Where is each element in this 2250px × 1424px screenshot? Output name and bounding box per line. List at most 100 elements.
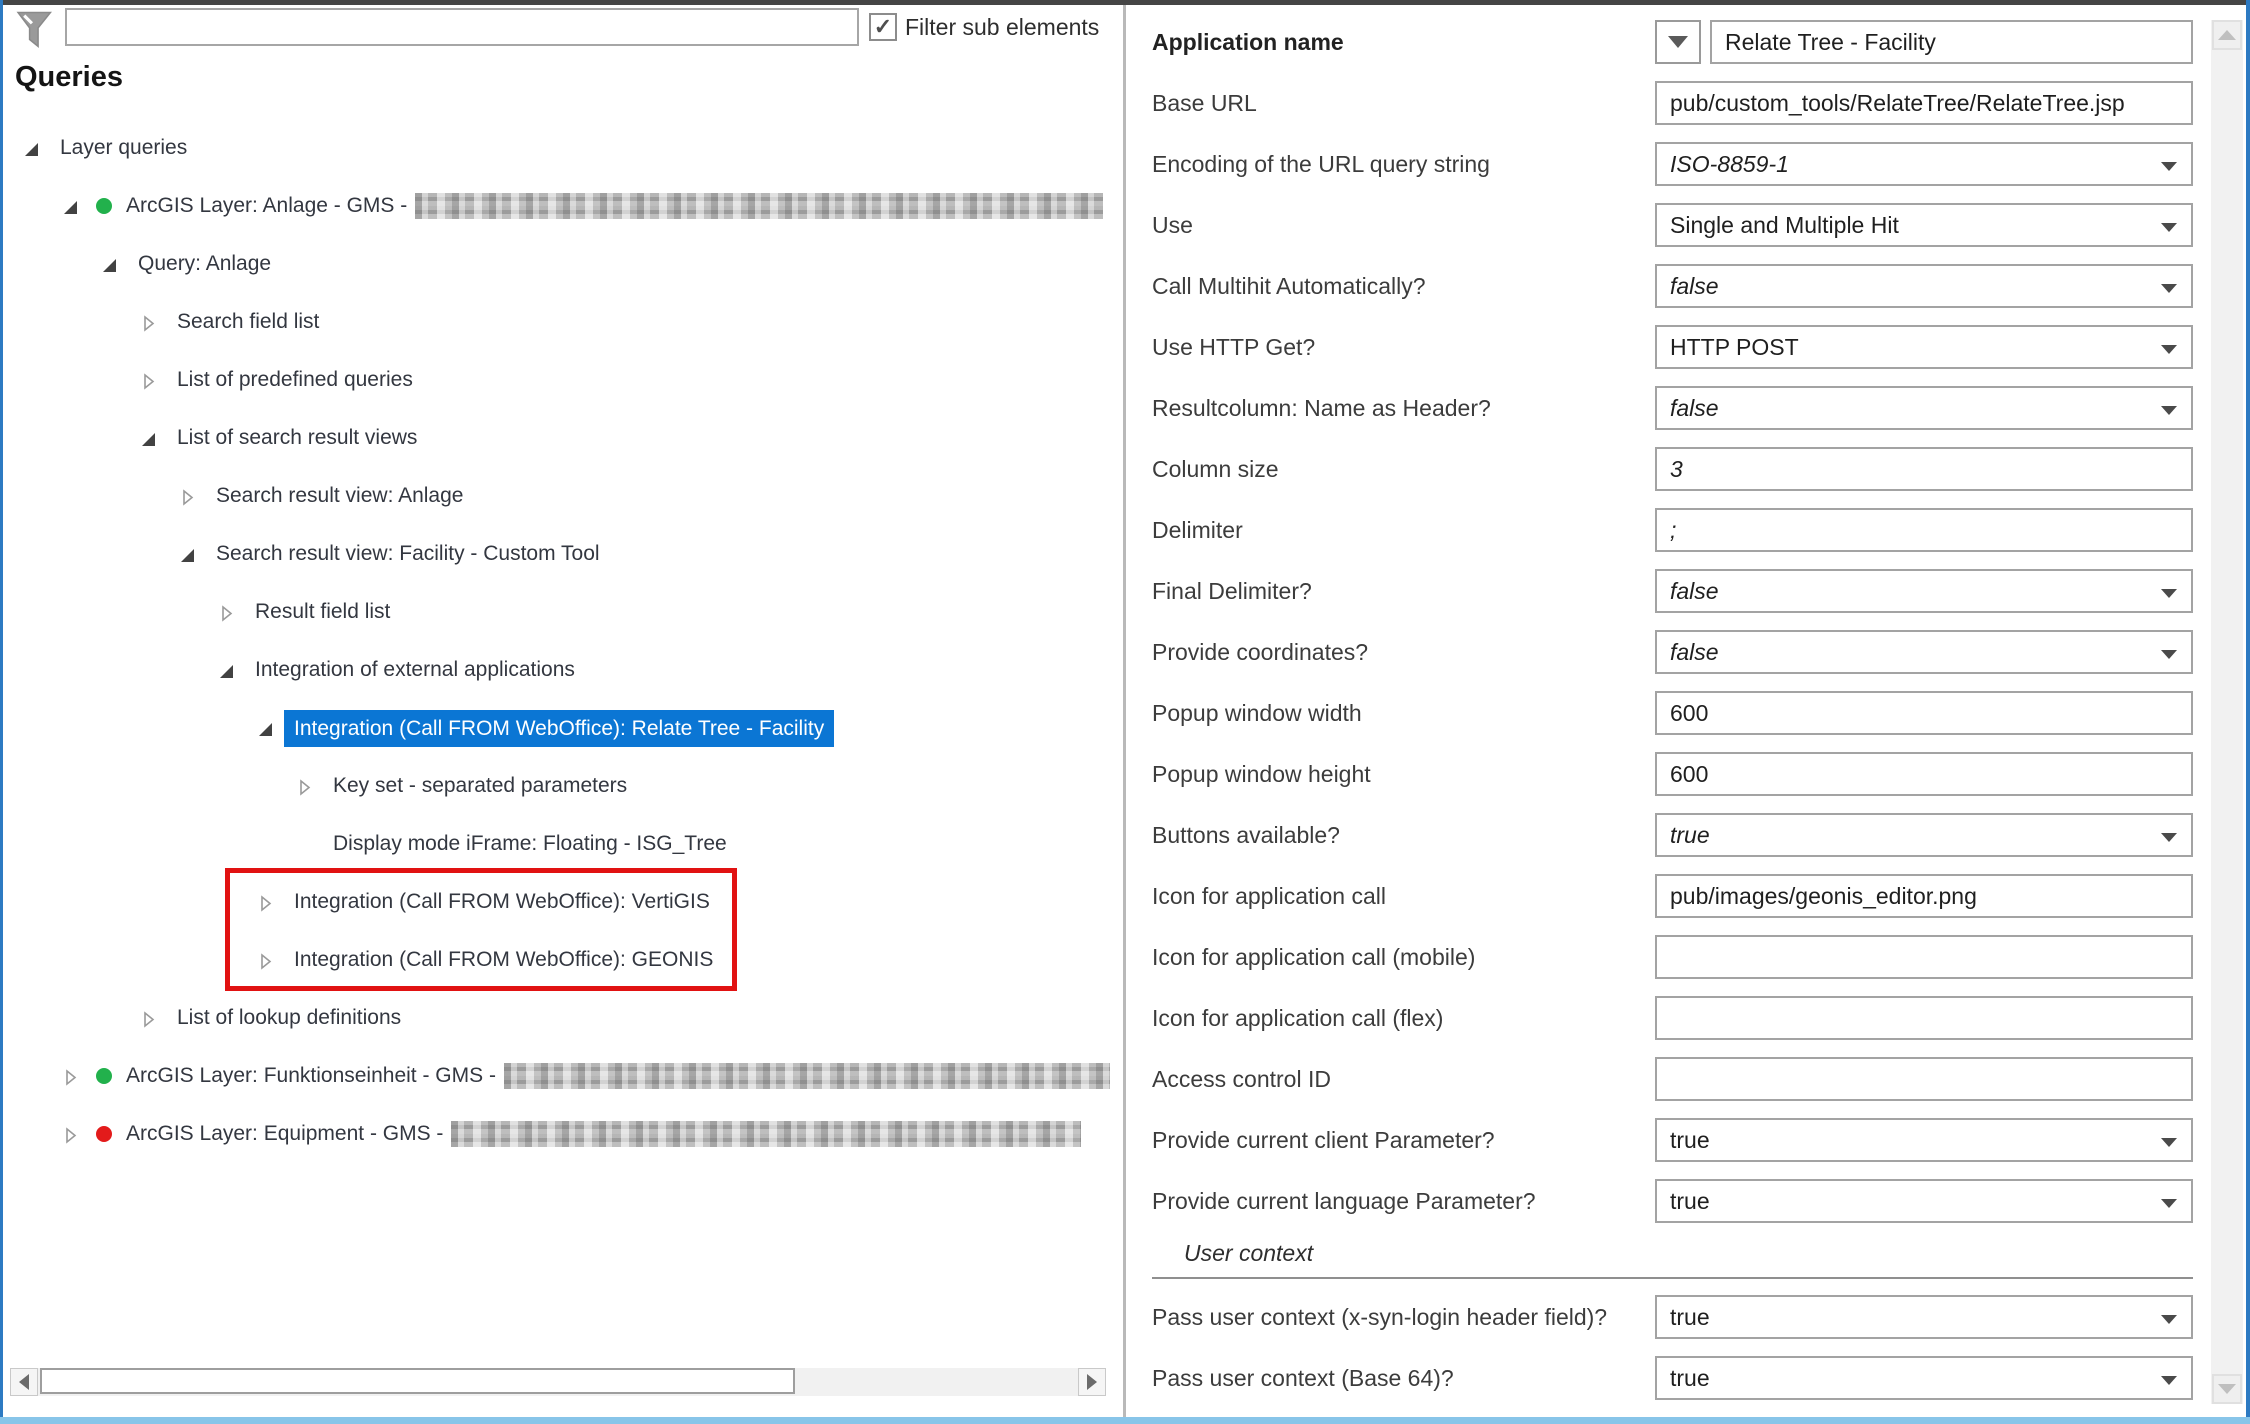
collapse-icon[interactable] [257, 894, 274, 911]
field-input[interactable]: pub/images/geonis_editor.png [1655, 874, 2193, 918]
field-value: pub/custom_tools/RelateTree/RelateTree.j… [1657, 83, 2191, 123]
field-value: true [1657, 1120, 2191, 1160]
dropdown-arrow-icon [1668, 36, 1688, 48]
field-label: Base URL [1152, 81, 1257, 125]
field-value: Relate Tree - Facility [1712, 22, 2191, 62]
field-select[interactable]: ISO-8859-1 [1655, 142, 2193, 186]
field-select[interactable]: true [1655, 1295, 2193, 1339]
scroll-down-button[interactable] [2212, 1374, 2242, 1404]
expand-icon[interactable] [23, 140, 40, 157]
tree-item[interactable]: Integration of external applications [3, 641, 1123, 699]
tree-item[interactable]: Integration (Call FROM WebOffice): Relat… [3, 699, 1123, 757]
field-input[interactable]: 600 [1655, 752, 2193, 796]
expand-icon[interactable] [101, 256, 118, 273]
tree-item[interactable]: Integration (Call FROM WebOffice): GEONI… [3, 931, 1123, 989]
collapse-icon[interactable] [140, 372, 157, 389]
tree-item[interactable]: Layer queries [3, 119, 1123, 177]
tree-item[interactable]: ArcGIS Layer: Funktionseinheit - GMS - [3, 1047, 1123, 1105]
horizontal-scroll-track[interactable] [38, 1368, 1078, 1396]
horizontal-scroll-thumb[interactable] [40, 1368, 795, 1394]
properties-form: Application nameRelate Tree - Facility Ba… [1126, 5, 2211, 1417]
expand-icon[interactable] [62, 198, 79, 215]
field-label: Access control ID [1152, 1057, 1331, 1101]
tree-item[interactable]: ArcGIS Layer: Equipment - GMS - [3, 1105, 1123, 1163]
section-header: User context [1152, 1240, 2193, 1279]
scroll-right-button[interactable] [1078, 1368, 1106, 1396]
field-row: Use HTTP Get?HTTP POST [1126, 325, 2211, 369]
field-select[interactable]: false [1655, 264, 2193, 308]
field-select[interactable]: false [1655, 630, 2193, 674]
field-value: false [1657, 571, 2191, 611]
filter-input[interactable] [65, 8, 859, 46]
field-input[interactable]: Relate Tree - Facility [1710, 20, 2193, 64]
tree-item[interactable]: Integration (Call FROM WebOffice): Verti… [3, 873, 1123, 931]
tree-item[interactable]: Search field list [3, 293, 1123, 351]
redacted-url [415, 193, 1103, 219]
scroll-up-button[interactable] [2212, 20, 2242, 50]
field-select[interactable]: false [1655, 386, 2193, 430]
filter-checkbox-label[interactable]: Filter sub elements [905, 13, 1099, 41]
tree-item[interactable]: List of predefined queries [3, 351, 1123, 409]
field-input[interactable] [1655, 1057, 2193, 1101]
tree-item[interactable]: List of search result views [3, 409, 1123, 467]
field-row: Popup window width600 [1126, 691, 2211, 735]
expand-icon[interactable] [257, 720, 274, 737]
field-input[interactable] [1655, 996, 2193, 1040]
expand-icon[interactable] [140, 430, 157, 447]
collapse-icon[interactable] [62, 1068, 79, 1085]
tree-item-label: List of lookup definitions [177, 1006, 401, 1030]
field-input[interactable]: 600 [1655, 691, 2193, 735]
dropdown-arrow-icon [2161, 833, 2177, 842]
tree-item[interactable]: Key set - separated parameters [3, 757, 1123, 815]
collapse-icon[interactable] [62, 1126, 79, 1143]
vertical-scrollbar[interactable] [2211, 20, 2243, 1404]
field-value: 600 [1657, 693, 2191, 733]
properties-panel: Application nameRelate Tree - Facility Ba… [1126, 5, 2246, 1417]
redacted-url [451, 1121, 1081, 1147]
tree-item-label: Integration (Call FROM WebOffice): Relat… [284, 710, 834, 747]
collapse-icon[interactable] [257, 952, 274, 969]
collapse-icon[interactable] [140, 1010, 157, 1027]
collapse-icon[interactable] [140, 314, 157, 331]
field-select[interactable]: true [1655, 1179, 2193, 1223]
field-select[interactable]: false [1655, 569, 2193, 613]
tree-item-label: Result field list [255, 600, 390, 624]
tree-item-label: Display mode iFrame: Floating - ISG_Tree [333, 832, 727, 856]
collapse-icon[interactable] [218, 604, 235, 621]
field-row: Encoding of the URL query stringISO-8859… [1126, 142, 2211, 186]
expand-icon[interactable] [218, 662, 235, 679]
field-value: pub/images/geonis_editor.png [1657, 876, 2191, 916]
field-select[interactable]: HTTP POST [1655, 325, 2193, 369]
field-row: Provide coordinates?false [1126, 630, 2211, 674]
tree-item[interactable]: Display mode iFrame: Floating - ISG_Tree [3, 815, 1123, 873]
tree-item[interactable]: Search result view: Facility - Custom To… [3, 525, 1123, 583]
field-input[interactable]: ; [1655, 508, 2193, 552]
collapse-icon[interactable] [179, 488, 196, 505]
tree-item[interactable]: ArcGIS Layer: Anlage - GMS - [3, 177, 1123, 235]
field-row: Application nameRelate Tree - Facility [1126, 20, 2211, 64]
tree-item[interactable]: List of lookup definitions [3, 989, 1123, 1047]
expand-icon[interactable] [179, 546, 196, 563]
field-input[interactable] [1655, 935, 2193, 979]
scroll-left-button[interactable] [10, 1368, 38, 1396]
field-label: Pass user context (x-syn-login header fi… [1152, 1295, 1607, 1339]
field-select[interactable]: true [1655, 1118, 2193, 1162]
field-select[interactable]: Single and Multiple Hit [1655, 203, 2193, 247]
field-value: 3 [1657, 449, 2191, 489]
tree-item[interactable]: Query: Anlage [3, 235, 1123, 293]
field-row: Final Delimiter?false [1126, 569, 2211, 613]
field-select[interactable]: true [1655, 1356, 2193, 1400]
filter-sub-elements-checkbox[interactable]: ✓ [869, 13, 897, 41]
field-label: Popup window height [1152, 752, 1371, 796]
field-row: Base URL pub/custom_tools/RelateTree/Rela… [1126, 81, 2211, 125]
field-input[interactable]: 3 [1655, 447, 2193, 491]
field-row: Pass user context (Base 64)?true [1126, 1356, 2211, 1400]
combo-dropdown-button[interactable] [1655, 20, 1701, 64]
field-input[interactable]: pub/custom_tools/RelateTree/RelateTree.j… [1655, 81, 2193, 125]
dropdown-arrow-icon [2161, 589, 2177, 598]
arrow-up-icon [2218, 30, 2236, 40]
tree-item[interactable]: Result field list [3, 583, 1123, 641]
collapse-icon[interactable] [296, 778, 313, 795]
tree-item[interactable]: Search result view: Anlage [3, 467, 1123, 525]
field-select[interactable]: true [1655, 813, 2193, 857]
